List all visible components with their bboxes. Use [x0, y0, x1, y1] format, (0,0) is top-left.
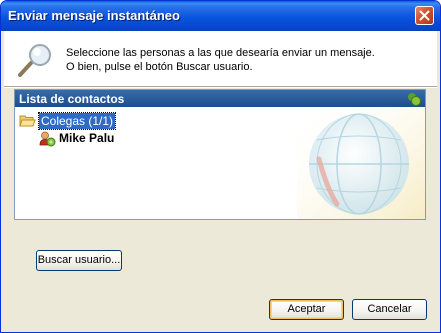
user-online-icon — [39, 131, 56, 147]
close-icon — [419, 10, 430, 21]
contact-list-title: Lista de contactos — [19, 92, 125, 106]
cancel-button[interactable]: Cancelar — [352, 299, 427, 320]
instruction-header: Seleccione las personas a las que desear… — [4, 31, 437, 86]
globe-watermark-icon — [297, 104, 425, 219]
instruction-text: Seleccione las personas a las que desear… — [66, 46, 375, 74]
group-label[interactable]: Colegas (1/1) — [37, 112, 117, 130]
instruction-line-1: Seleccione las personas a las que desear… — [66, 47, 375, 59]
contact-name[interactable]: Mike Palu — [59, 131, 114, 145]
search-user-button[interactable]: Buscar usuario... — [36, 250, 122, 271]
accept-button[interactable]: Aceptar — [269, 299, 344, 320]
header-separator — [4, 86, 437, 88]
dialog-window: Enviar mensaje instantáneo Seleccione la… — [0, 0, 441, 333]
folder-open-icon — [19, 115, 36, 127]
instruction-line-2: O bien, pulse el botón Buscar usuario. — [66, 61, 253, 73]
close-button[interactable] — [415, 6, 434, 25]
contact-list-header: Lista de contactos — [15, 90, 425, 107]
magnifier-icon — [18, 44, 51, 77]
title-bar[interactable]: Enviar mensaje instantáneo — [1, 1, 440, 31]
window-title: Enviar mensaje instantáneo — [8, 8, 180, 23]
contact-list[interactable]: Lista de contactos Colegas (1/1) Mike Pa… — [14, 89, 426, 220]
online-status-icon — [408, 93, 421, 106]
